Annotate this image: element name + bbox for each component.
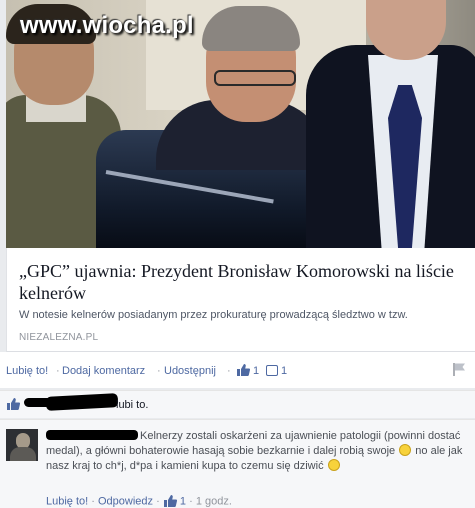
article-description: W notesie kelnerów posiadanym przez prok… xyxy=(19,309,408,321)
comment-timestamp[interactable]: 1 godz. xyxy=(196,496,232,508)
thumbs-up-icon xyxy=(7,398,20,410)
comment-count[interactable]: 1 xyxy=(281,365,287,377)
comment-body: Kelnerzy zostali oskarżeni za ujawnienie… xyxy=(46,429,470,474)
post-action-bar: Lubię to! · Dodaj komentarz · Udostępnij… xyxy=(0,352,475,388)
share-button[interactable]: Udostępnij xyxy=(164,365,216,377)
thumbs-up-icon[interactable] xyxy=(236,364,250,377)
post-image[interactable]: www.wiocha.pl xyxy=(6,0,475,248)
smiley-icon xyxy=(399,444,412,456)
smiley-icon xyxy=(327,459,340,471)
comment-item: Kelnerzy zostali oskarżeni za ujawnienie… xyxy=(0,419,475,508)
comment-separator: · xyxy=(91,495,95,508)
comment-actions: Lubię to! · Odpowiedz · 1 · 1 godz. xyxy=(46,495,232,508)
like-count[interactable]: 1 xyxy=(253,365,259,377)
comment-separator: · xyxy=(189,495,193,508)
comment-like-button[interactable]: Lubię to! xyxy=(46,496,88,508)
flag-icon[interactable] xyxy=(452,362,466,376)
avatar[interactable] xyxy=(6,429,38,461)
article-domain: NIEZALEZNA.PL xyxy=(19,332,99,343)
likes-summary-text: lubi to. xyxy=(116,399,149,411)
article-title[interactable]: „GPC” ujawnia: Prezydent Bronisław Komor… xyxy=(19,260,469,304)
article-card[interactable]: „GPC” ujawnia: Prezydent Bronisław Komor… xyxy=(6,248,475,352)
comment-reply-button[interactable]: Odpowiedz xyxy=(98,496,153,508)
add-comment-button[interactable]: Dodaj komentarz xyxy=(62,365,145,377)
action-separator: · xyxy=(157,365,161,377)
redacted-commenter-name[interactable] xyxy=(46,430,138,440)
likes-summary-row: lubi to. xyxy=(0,390,475,418)
action-separator: · xyxy=(227,365,231,377)
like-button[interactable]: Lubię to! xyxy=(6,365,48,377)
watermark: www.wiocha.pl xyxy=(20,12,194,39)
redacted-name xyxy=(45,393,119,411)
comment-icon[interactable] xyxy=(266,365,278,376)
thumbs-up-icon[interactable] xyxy=(163,495,177,508)
comment-separator: · xyxy=(156,495,160,508)
comment-like-count[interactable]: 1 xyxy=(180,496,186,508)
action-separator: · xyxy=(56,365,60,377)
